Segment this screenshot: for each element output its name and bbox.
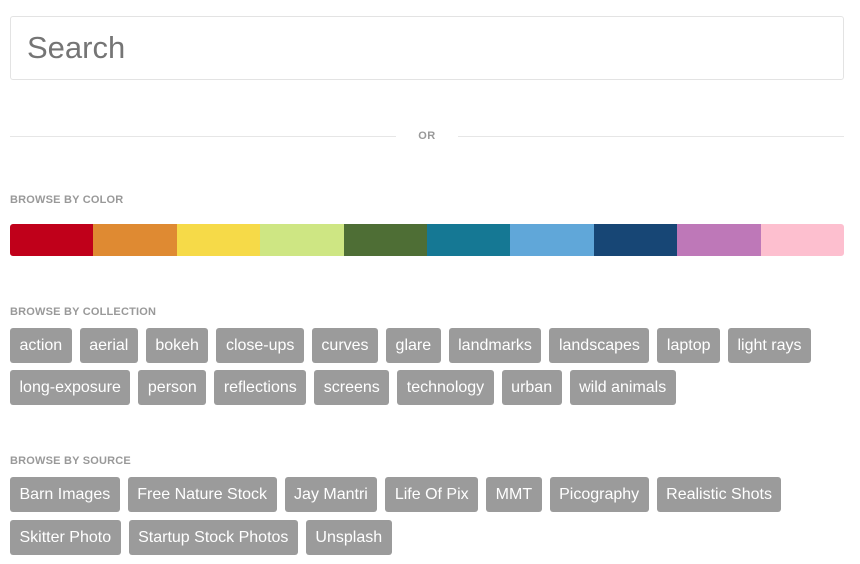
color-swatch-dark-green[interactable] <box>343 224 428 256</box>
source-tag-unsplash[interactable]: Unsplash <box>305 520 392 555</box>
browse-by-color-label: BROWSE BY COLOR <box>10 194 124 206</box>
collection-tag-person[interactable]: person <box>138 370 207 405</box>
collection-tag-landscapes[interactable]: landscapes <box>549 328 650 363</box>
color-swatch-navy[interactable] <box>593 224 678 256</box>
source-tag-skitter-photo[interactable]: Skitter Photo <box>10 520 121 555</box>
collection-tag-light-rays[interactable]: light rays <box>727 328 812 363</box>
collection-tag-wild-animals[interactable]: wild animals <box>569 370 676 405</box>
source-tag-barn-images[interactable]: Barn Images <box>10 477 120 512</box>
collection-tag-technology[interactable]: technology <box>397 370 494 405</box>
collection-tag-screens[interactable]: screens <box>314 370 390 405</box>
collection-tag-close-ups[interactable]: close-ups <box>216 328 304 363</box>
source-tag-free-nature-stock[interactable]: Free Nature Stock <box>127 477 277 512</box>
source-tag-mmt[interactable]: MMT <box>486 477 542 512</box>
or-divider: OR <box>10 128 844 144</box>
search-input[interactable] <box>11 17 843 79</box>
source-tag-startup-stock-photos[interactable]: Startup Stock Photos <box>128 520 298 555</box>
color-swatch-purple[interactable] <box>677 224 761 256</box>
collection-tag-bokeh[interactable]: bokeh <box>145 328 209 363</box>
browse-by-collection-label: BROWSE BY COLLECTION <box>10 306 157 318</box>
collection-tag-urban[interactable]: urban <box>501 370 562 405</box>
source-tag-jay-mantri[interactable]: Jay Mantri <box>284 477 378 512</box>
collection-tag-reflections[interactable]: reflections <box>214 370 307 405</box>
color-swatch-light-blue[interactable] <box>510 224 594 256</box>
source-tag-life-of-pix[interactable]: Life Of Pix <box>385 477 479 512</box>
source-tag-realistic-shots[interactable]: Realistic Shots <box>656 477 782 512</box>
color-swatch-pink[interactable] <box>760 224 844 256</box>
source-tags: Barn Images Free Nature Stock Jay Mantri… <box>10 477 850 563</box>
color-swatch-light-green[interactable] <box>260 224 344 256</box>
color-swatch-yellow[interactable] <box>176 224 261 256</box>
color-swatch-red[interactable] <box>10 224 94 256</box>
browse-by-source-label: BROWSE BY SOURCE <box>10 455 131 467</box>
collection-tag-laptop[interactable]: laptop <box>657 328 720 363</box>
collection-tag-glare[interactable]: glare <box>386 328 441 363</box>
collection-tag-curves[interactable]: curves <box>311 328 379 363</box>
collection-tag-landmarks[interactable]: landmarks <box>448 328 542 363</box>
collection-tag-long-exposure[interactable]: long-exposure <box>10 370 131 405</box>
color-swatch-strip <box>10 224 844 256</box>
source-tag-picography[interactable]: Picography <box>549 477 649 512</box>
search-box[interactable] <box>10 16 844 80</box>
collection-tag-action[interactable]: action <box>10 328 72 363</box>
or-text: OR <box>418 130 436 142</box>
collection-tags: action aerial bokeh close-ups curves gla… <box>10 328 850 412</box>
color-swatch-orange[interactable] <box>93 224 177 256</box>
collection-tag-aerial[interactable]: aerial <box>79 328 138 363</box>
divider-line-left <box>10 136 396 137</box>
color-swatch-teal[interactable] <box>427 224 511 256</box>
divider-line-right <box>458 136 844 137</box>
